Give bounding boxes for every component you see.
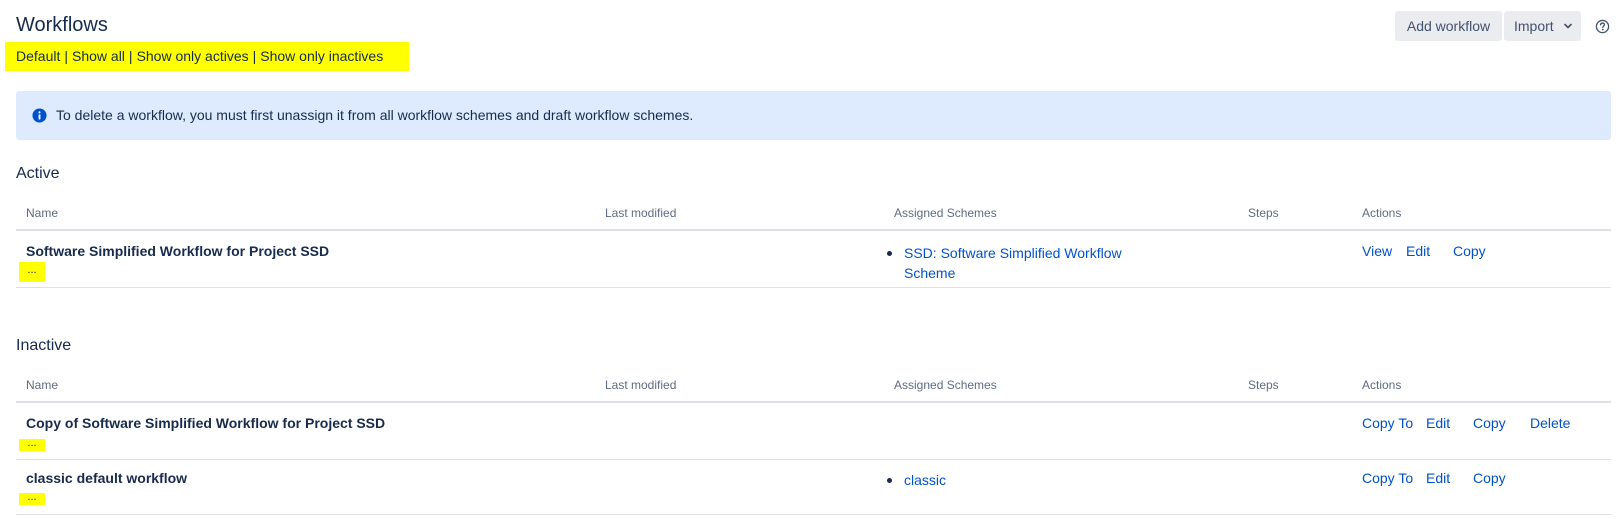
- assigned-scheme-item: classic: [887, 470, 1137, 490]
- workflow-more-button[interactable]: ...: [19, 492, 45, 505]
- workflow-more-button[interactable]: ...: [19, 438, 45, 451]
- filter-default[interactable]: Default: [16, 48, 60, 64]
- table-row: classic default workflow ... classic Cop…: [16, 460, 1611, 515]
- workflow-filter-bar: Default | Show all | Show only actives | Show …: [5, 42, 409, 71]
- import-button-label: Import: [1514, 18, 1554, 34]
- page-title: Workflows: [16, 14, 108, 36]
- scheme-link-classic[interactable]: classic: [904, 472, 946, 488]
- copy-action[interactable]: Copy: [1473, 415, 1506, 431]
- help-icon[interactable]: [1595, 19, 1610, 34]
- view-action[interactable]: View: [1362, 243, 1392, 259]
- add-workflow-button[interactable]: Add workflow: [1395, 11, 1502, 41]
- bullet-icon: [887, 478, 892, 483]
- copy-to-action[interactable]: Copy To: [1362, 415, 1413, 431]
- info-banner: To delete a workflow, you must first una…: [16, 91, 1611, 140]
- info-icon: [32, 108, 47, 123]
- column-header-steps: Steps: [1248, 206, 1279, 220]
- column-header-actions: Actions: [1362, 206, 1402, 220]
- filter-separator: |: [128, 48, 133, 64]
- column-header-name: Name: [26, 206, 59, 220]
- section-heading-active: Active: [16, 165, 60, 182]
- table-header-active: Name Last modified Assigned Schemes Step…: [16, 200, 1611, 231]
- filter-separator: |: [252, 48, 257, 64]
- copy-action[interactable]: Copy: [1453, 243, 1486, 259]
- edit-action[interactable]: Edit: [1406, 243, 1430, 259]
- filter-show-only-actives[interactable]: Show only actives: [137, 48, 249, 64]
- column-header-actions: Actions: [1362, 378, 1402, 392]
- workflow-name: Copy of Software Simplified Workflow for…: [26, 415, 386, 431]
- scheme-link-line: Scheme: [904, 265, 956, 281]
- column-header-steps: Steps: [1248, 378, 1279, 392]
- assigned-schemes-list: SSD: Software Simplified Workflow Scheme: [887, 243, 1137, 283]
- copy-to-action[interactable]: Copy To: [1362, 470, 1413, 486]
- column-header-assigned-schemes: Assigned Schemes: [894, 378, 997, 392]
- column-header-assigned-schemes: Assigned Schemes: [894, 206, 997, 220]
- scheme-link-line: SSD: Software Simplified Workflow: [904, 245, 1122, 261]
- section-heading-inactive: Inactive: [16, 337, 72, 354]
- info-banner-text: To delete a workflow, you must first una…: [56, 107, 694, 123]
- table-row: Software Simplified Workflow for Project…: [16, 233, 1611, 288]
- chevron-down-icon: [1564, 23, 1572, 29]
- column-header-last-modified: Last modified: [605, 378, 677, 392]
- copy-action[interactable]: Copy: [1473, 470, 1506, 486]
- edit-action[interactable]: Edit: [1426, 415, 1450, 431]
- filter-show-only-inactives[interactable]: Show only inactives: [260, 48, 383, 64]
- scheme-link-ssd[interactable]: SSD: Software Simplified Workflow Scheme: [904, 245, 1122, 281]
- column-header-last-modified: Last modified: [605, 206, 677, 220]
- assigned-schemes-list: classic: [887, 470, 1137, 490]
- assigned-scheme-item: SSD: Software Simplified Workflow Scheme: [887, 243, 1137, 283]
- workflow-name: classic default workflow: [26, 470, 188, 486]
- table-header-inactive: Name Last modified Assigned Schemes Step…: [16, 372, 1611, 403]
- workflow-more-button[interactable]: ...: [19, 262, 45, 282]
- delete-action[interactable]: Delete: [1530, 415, 1570, 431]
- workflow-name: Software Simplified Workflow for Project…: [26, 243, 330, 259]
- import-button[interactable]: Import: [1504, 11, 1581, 41]
- filter-show-all[interactable]: Show all: [72, 48, 125, 64]
- table-row: Copy of Software Simplified Workflow for…: [16, 405, 1611, 460]
- edit-action[interactable]: Edit: [1426, 470, 1450, 486]
- bullet-icon: [887, 251, 892, 256]
- column-header-name: Name: [26, 378, 59, 392]
- filter-separator: |: [64, 48, 68, 64]
